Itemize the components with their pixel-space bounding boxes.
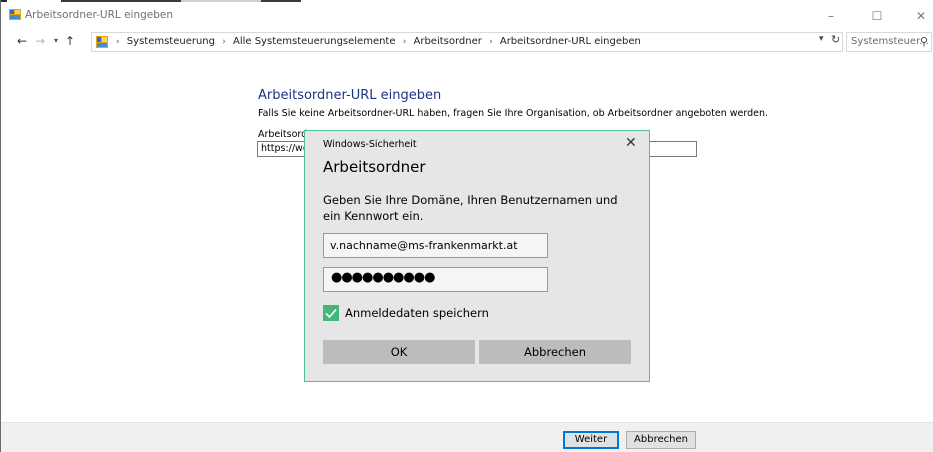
breadcrumb-separator-icon[interactable]: › [222, 37, 226, 47]
username-field[interactable]: v.nachname@ms-frankenmarkt.at [323, 233, 548, 258]
ok-button[interactable]: OK [323, 340, 475, 364]
breadcrumb-separator-icon[interactable]: › [403, 37, 407, 47]
maximize-button[interactable]: ☐ [865, 6, 889, 26]
top-edge [1, 0, 933, 2]
password-field[interactable]: ●●●●●●●●●● [323, 267, 548, 292]
back-arrow-icon[interactable]: ← [15, 33, 29, 49]
forward-arrow-icon[interactable]: → [33, 33, 47, 49]
breadcrumb-separator-icon[interactable]: › [489, 37, 493, 47]
remember-credentials-label[interactable]: Anmeldedaten speichern [345, 306, 489, 320]
refresh-icon[interactable]: ↻ [831, 33, 840, 46]
address-bar[interactable]: › Systemsteuerung › Alle Systemsteuerung… [91, 32, 843, 52]
dialog-cancel-button[interactable]: Abbrechen [479, 340, 631, 364]
breadcrumb: › Systemsteuerung › Alle Systemsteuerung… [112, 36, 641, 47]
url-input-value: https://workfolders [261, 143, 307, 154]
page-title: Arbeitsordner-URL eingeben [258, 88, 442, 103]
control-panel-icon [9, 9, 21, 20]
control-panel-icon [96, 36, 108, 48]
recent-locations-chevron-icon[interactable]: ▾ [49, 33, 63, 49]
dialog-title: Arbeitsordner [323, 158, 426, 176]
close-button[interactable]: ✕ [909, 6, 933, 26]
breadcrumb-item-url-eingeben[interactable]: Arbeitsordner-URL eingeben [500, 36, 641, 47]
dialog-instructions: Geben Sie Ihre Domäne, Ihren Benutzernam… [323, 193, 618, 223]
control-panel-window: Arbeitsordner-URL eingeben – ☐ ✕ ← → ▾ ↑… [0, 0, 933, 452]
title-bar: Arbeitsordner-URL eingeben – ☐ ✕ [1, 0, 933, 30]
breadcrumb-item-arbeitsordner[interactable]: Arbeitsordner [414, 36, 482, 47]
navigation-bar: ← → ▾ ↑ › Systemsteuerung › Alle Systems… [1, 30, 933, 54]
search-icon[interactable]: ⚲ [920, 35, 928, 48]
footer-bar: Weiter Abbrechen [1, 422, 933, 452]
dialog-caption: Windows-Sicherheit [323, 139, 417, 150]
url-field-label: Arbeitsordner-URL: [258, 129, 308, 140]
page-description: Falls Sie keine Arbeitsordner-URL haben,… [258, 108, 769, 119]
cancel-button[interactable]: Abbrechen [626, 431, 696, 449]
address-dropdown-chevron-icon[interactable]: ▾ [819, 34, 824, 44]
breadcrumb-separator-icon: › [116, 37, 120, 47]
dialog-close-icon[interactable]: ✕ [625, 135, 637, 151]
remember-credentials-checkbox[interactable] [323, 305, 339, 321]
breadcrumb-item-alle-elemente[interactable]: Alle Systemsteuerungselemente [233, 36, 396, 47]
next-button[interactable]: Weiter [563, 431, 619, 449]
breadcrumb-item-systemsteuerung[interactable]: Systemsteuerung [127, 36, 215, 47]
password-mask: ●●●●●●●●●● [331, 270, 435, 285]
window-title: Arbeitsordner-URL eingeben [25, 9, 174, 21]
minimize-button[interactable]: – [819, 6, 843, 26]
windows-security-dialog: Windows-Sicherheit ✕ Arbeitsordner Geben… [304, 130, 650, 382]
search-placeholder: Systemsteuer... [851, 36, 929, 47]
search-input[interactable]: Systemsteuer... ⚲ [846, 32, 932, 52]
up-arrow-icon[interactable]: ↑ [63, 33, 77, 49]
username-value: v.nachname@ms-frankenmarkt.at [330, 239, 518, 252]
